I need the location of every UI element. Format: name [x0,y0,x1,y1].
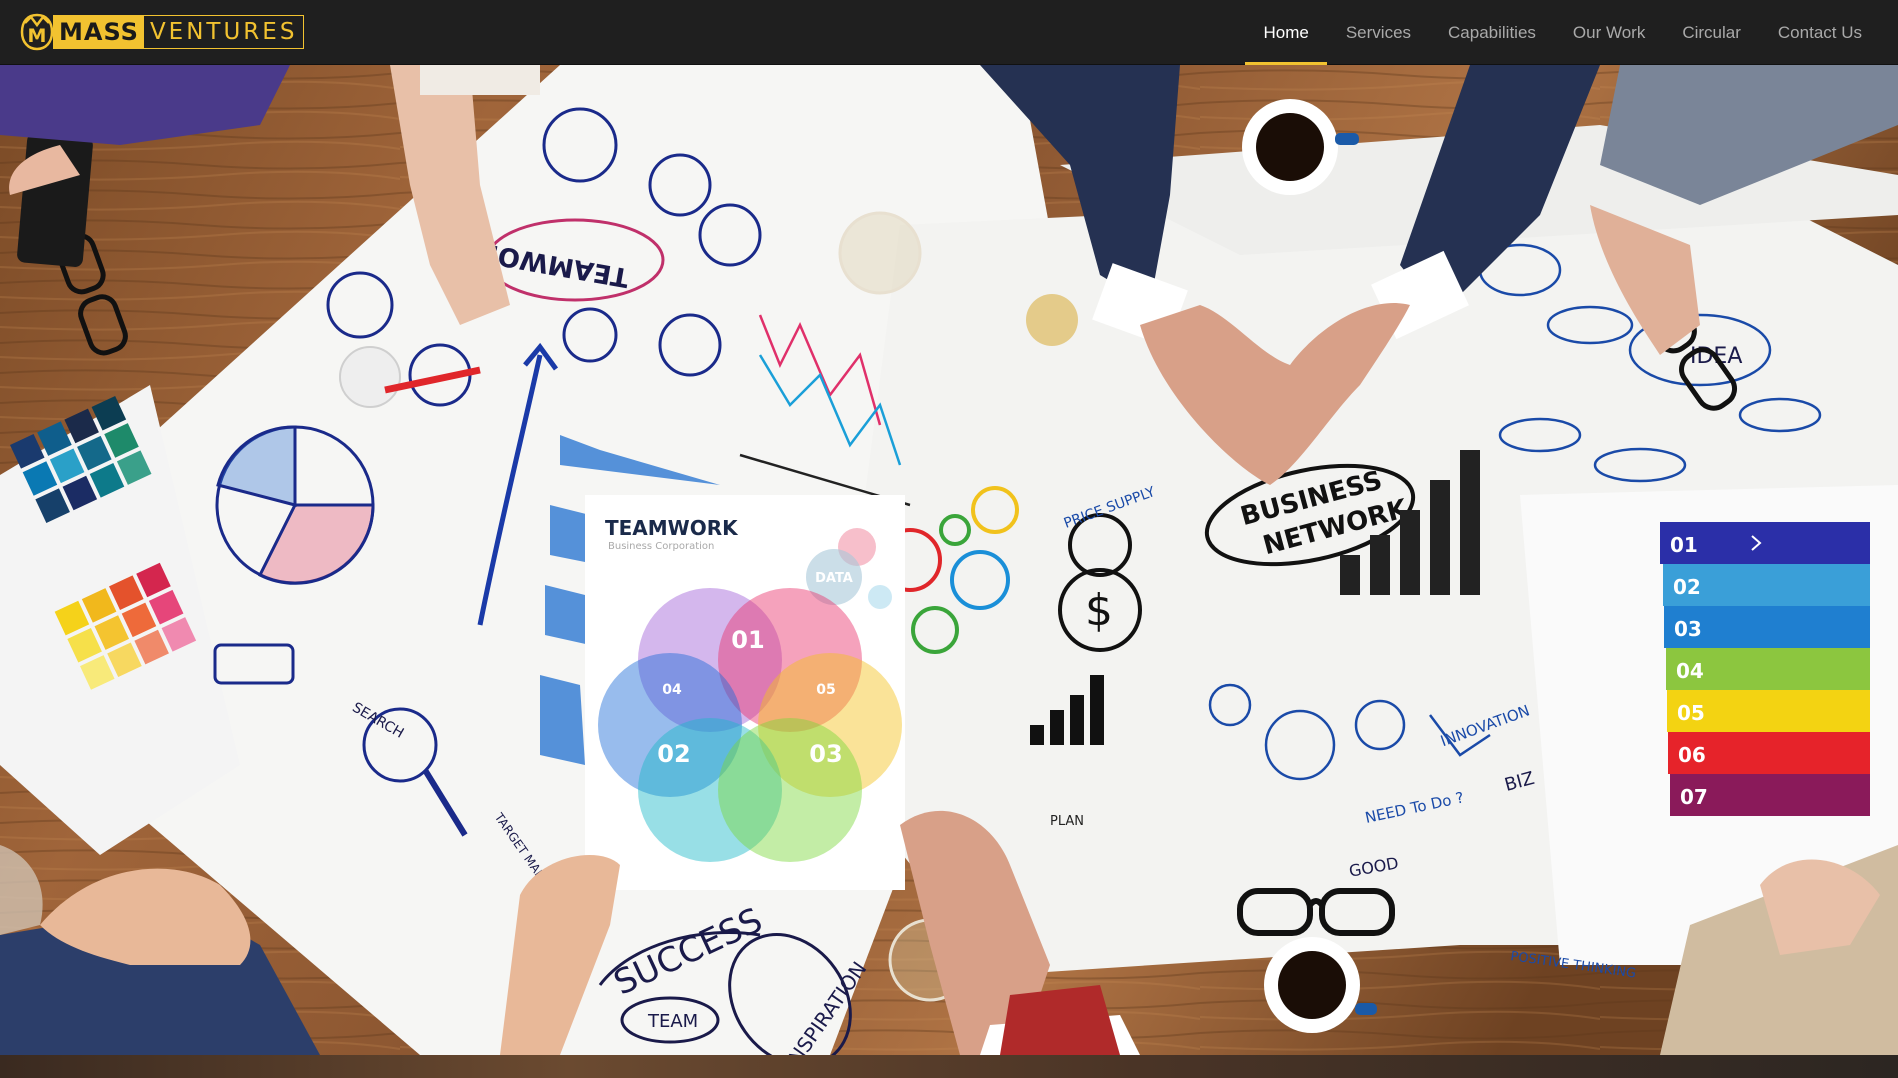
next-section-peek [0,1055,1898,1078]
logo-ventures-text: VENTURES [149,19,298,45]
poster-title: TEAMWORK [605,516,739,540]
nav-label: Contact Us [1777,22,1862,42]
step-03-label: 03 [1674,617,1702,641]
poster-data-badge: DATA [815,571,853,586]
brand-logo[interactable]: M MASS VENTURES [19,13,305,51]
venn-label-04: 04 [662,682,682,698]
nav-label: Services [1345,22,1412,42]
nav-label: Our Work [1572,22,1646,42]
nav-item-circular[interactable]: Circular [1664,0,1759,65]
teamwork-poster: TEAMWORK Business Corporation DATA 01 02… [585,495,905,890]
steps-infographic: 01 02 03 04 05 06 07 [1660,522,1870,816]
glass-icon [838,211,922,295]
nav-item-capabilities[interactable]: Capabilities [1430,0,1554,65]
step-05-label: 05 [1677,701,1705,725]
logo-mark-icon: M [20,13,54,51]
step-06-label: 06 [1678,743,1706,767]
logo-wordmark: MASS VENTURES [53,15,305,49]
venn-label-02: 02 [657,740,690,768]
venn-label-01: 01 [731,626,764,654]
sketch-team-label: TEAM [647,1011,698,1032]
main-nav-menu: Home Services Capabilities Our Work Circ… [1245,0,1898,65]
nav-item-our-work[interactable]: Our Work [1555,0,1663,65]
sketch-plan-label: PLAN [1050,814,1084,829]
venn-label-06: 06 [740,865,759,881]
venn-label-05: 05 [816,682,835,698]
nav-label: Home [1263,22,1309,42]
svg-text:$: $ [1085,585,1113,636]
nav-label: Capabilities [1448,22,1536,42]
svg-text:M: M [28,25,47,47]
logo-mass-text: MASS [54,16,144,48]
hero-banner: TEAMWORK $ BUSINESS NETWORK IDEA INNOVAT… [0,65,1898,1055]
step-04-label: 04 [1676,659,1704,683]
nav-item-home[interactable]: Home [1245,0,1328,65]
nav-label: Circular [1682,22,1741,42]
nav-item-contact-us[interactable]: Contact Us [1760,0,1880,65]
step-01-label: 01 [1670,533,1698,557]
nav-item-services[interactable]: Services [1328,0,1429,65]
top-navbar: M MASS VENTURES Home Services Capabiliti… [0,0,1898,65]
venn-label-03: 03 [809,740,842,768]
poster-subtitle: Business Corporation [608,541,714,552]
step-07-label: 07 [1680,785,1708,809]
hero-teamwork-desk-image: TEAMWORK $ BUSINESS NETWORK IDEA INNOVAT… [0,65,1898,1055]
step-02-label: 02 [1673,575,1701,599]
